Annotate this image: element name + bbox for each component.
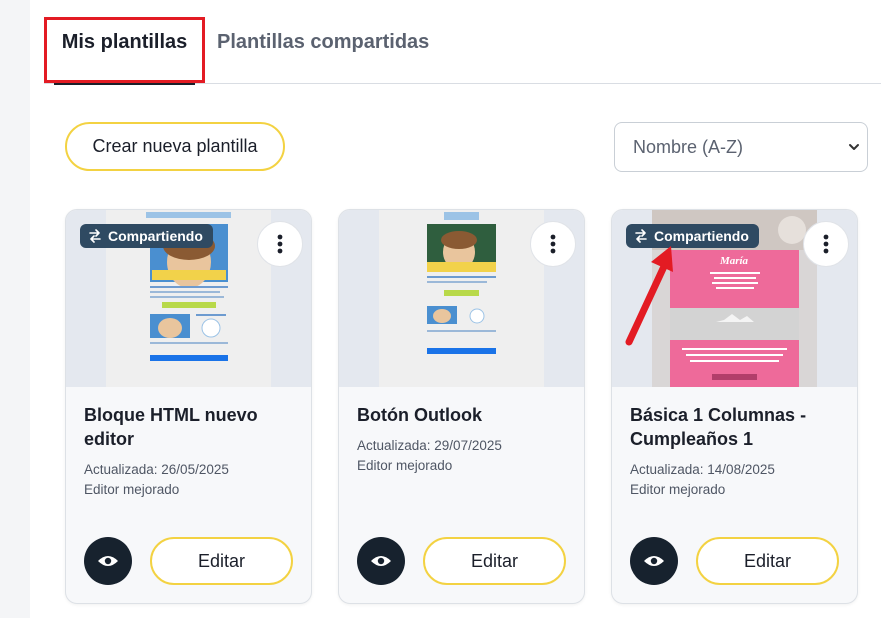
share-arrows-icon (89, 229, 101, 243)
tabs-bar: Mis plantillas Plantillas compartidas (44, 0, 881, 85)
more-vertical-icon (277, 234, 283, 254)
chevron-down-icon (849, 144, 859, 150)
left-rail (0, 0, 30, 618)
sharing-badge: Compartiendo (626, 224, 759, 248)
create-template-label: Crear nueva plantilla (92, 136, 258, 156)
edit-button[interactable]: Editar (423, 537, 566, 585)
eye-icon (644, 556, 664, 566)
active-tab-underline (54, 82, 195, 85)
card-menu-button[interactable] (530, 221, 576, 267)
tab-mis-plantillas[interactable]: Mis plantillas (44, 0, 205, 85)
preview-button[interactable] (84, 537, 132, 585)
card-menu-button[interactable] (803, 221, 849, 267)
sharing-badge-label: Compartiendo (108, 228, 203, 244)
more-vertical-icon (550, 234, 556, 254)
share-arrows-icon (635, 229, 647, 243)
template-card: Compartiendo Bloque HTML nuevo editor Ac… (65, 209, 312, 604)
preview-button[interactable] (357, 537, 405, 585)
card-editor-type: Editor mejorado (357, 458, 453, 473)
template-thumbnail[interactable]: María Compartiendo (612, 210, 857, 387)
edit-button-label: Editar (743, 550, 792, 571)
edit-button[interactable]: Editar (150, 537, 293, 585)
preview-button[interactable] (630, 537, 678, 585)
sort-select-value: Nombre (A-Z) (633, 136, 744, 157)
tab-mis-plantillas-label: Mis plantillas (61, 30, 188, 53)
card-updated-date: Actualizada: 26/05/2025 (84, 462, 229, 477)
thumbnail-heading: María (719, 255, 749, 267)
sharing-badge-label: Compartiendo (654, 228, 749, 244)
card-title: Bloque HTML nuevo editor (84, 405, 258, 449)
template-thumbnail[interactable]: Compartiendo (66, 210, 311, 387)
sort-select[interactable]: Nombre (A-Z) (614, 122, 868, 172)
tab-plantillas-compartidas[interactable]: Plantillas compartidas (217, 0, 429, 84)
card-title: Básica 1 Columnas - Cumpleaños 1 (630, 405, 807, 449)
create-template-button[interactable]: Crear nueva plantilla (65, 122, 285, 171)
card-title: Botón Outlook (357, 405, 482, 425)
card-editor-type: Editor mejorado (84, 482, 180, 497)
card-updated-date: Actualizada: 14/08/2025 (630, 462, 775, 477)
card-updated-date: Actualizada: 29/07/2025 (357, 438, 502, 453)
edit-button[interactable]: Editar (696, 537, 839, 585)
edit-button-label: Editar (197, 550, 246, 571)
edit-button-label: Editar (470, 550, 519, 571)
more-vertical-icon (823, 234, 829, 254)
template-card: Botón Outlook Actualizada: 29/07/2025 Ed… (338, 209, 585, 604)
sharing-badge: Compartiendo (80, 224, 213, 248)
eye-icon (98, 556, 118, 566)
card-editor-type: Editor mejorado (630, 482, 726, 497)
thumbnail-page (379, 210, 544, 387)
card-menu-button[interactable] (257, 221, 303, 267)
template-thumbnail[interactable] (339, 210, 584, 387)
tab-plantillas-compartidas-label: Plantillas compartidas (217, 30, 430, 53)
eye-icon (371, 556, 391, 566)
template-card: María Compartiendo Básica 1 Columnas - C… (611, 209, 858, 604)
